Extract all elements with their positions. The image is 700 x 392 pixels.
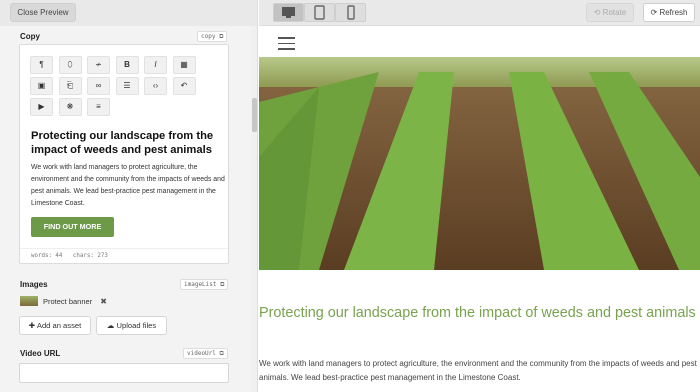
external-link-icon: ⧉ xyxy=(219,350,224,357)
images-label: Images xyxy=(20,280,48,289)
preview-body-text: We work with land managers to protect ag… xyxy=(259,359,697,382)
close-preview-button[interactable]: Close Preview xyxy=(10,3,76,22)
italic-icon[interactable]: I xyxy=(144,56,167,74)
remove-asset-icon[interactable]: ✖ xyxy=(100,297,107,306)
asset-item: Protect banner ✖ xyxy=(20,295,107,307)
copy-label: Copy xyxy=(20,32,40,41)
imagelist-tag-text: imageList xyxy=(184,281,217,288)
code-icon[interactable]: ‹› xyxy=(144,77,167,95)
tablet-view-button[interactable] xyxy=(304,3,335,22)
undo-icon[interactable]: ↶ xyxy=(172,77,196,95)
hamburger-menu-icon[interactable] xyxy=(278,37,295,50)
hero-image xyxy=(259,57,700,270)
word-count: words: 44 xyxy=(31,253,63,259)
video-url-label: Video URL xyxy=(20,349,61,358)
add-asset-label: Add an asset xyxy=(36,321,82,330)
editor-body-text[interactable]: We work with land managers to protect ag… xyxy=(31,162,226,210)
upload-files-label: Upload files xyxy=(116,321,157,330)
rotate-icon: ⟲ xyxy=(593,8,601,17)
list-icon[interactable]: ☰ xyxy=(115,77,139,95)
external-link-icon: ⧉ xyxy=(219,33,224,40)
strikethrough-icon[interactable]: ≁ xyxy=(87,56,110,74)
special-char-icon[interactable]: ❋ xyxy=(58,98,82,116)
site-preview: Protecting our landscape from the impact… xyxy=(259,27,700,392)
rotate-button[interactable]: ⟲ Rotate xyxy=(586,3,634,22)
video-url-input[interactable] xyxy=(19,363,229,383)
editor-heading[interactable]: Protecting our landscape from the impact… xyxy=(31,129,226,157)
embed-icon[interactable]: ⎗ xyxy=(58,77,82,95)
refresh-icon: ⟳ xyxy=(650,8,658,17)
scrollbar-thumb[interactable] xyxy=(252,98,257,132)
mobile-view-button[interactable] xyxy=(335,3,366,22)
editor-toolbar: Close Preview xyxy=(0,0,257,26)
asset-thumbnail xyxy=(20,296,38,306)
asset-name: Protect banner xyxy=(43,296,93,306)
tablet-icon xyxy=(314,5,325,20)
desktop-view-button[interactable] xyxy=(273,3,304,22)
link-icon[interactable]: ∞ xyxy=(87,77,110,95)
video-icon[interactable]: ▶ xyxy=(30,98,53,116)
upload-files-button[interactable]: ☁ Upload files xyxy=(96,316,167,335)
desktop-icon xyxy=(282,7,295,18)
word-char-counter: words: 44 chars: 273 xyxy=(20,248,228,264)
color-drop-icon[interactable]: ⬯ xyxy=(58,56,82,74)
preview-heading: Protecting our landscape from the impact… xyxy=(259,305,696,321)
table-icon[interactable]: ▦ xyxy=(172,56,196,74)
plus-icon: ✚ xyxy=(28,321,36,330)
refresh-label: Refresh xyxy=(659,8,688,17)
mobile-icon xyxy=(347,5,355,20)
editor-panel: Close Preview Copy copy ⧉ ¶ ⬯ ≁ B I ▦ ▣ ⎗ ∞ ☰ ‹› ↶ ▶… xyxy=(0,0,258,392)
imagelist-tag[interactable]: imageList ⧉ xyxy=(180,279,229,290)
cloud-upload-icon: ☁ xyxy=(106,321,115,330)
char-count: chars: 273 xyxy=(72,253,108,259)
videourl-tag[interactable]: videoUrl ⧉ xyxy=(183,348,228,359)
rotate-label: Rotate xyxy=(602,8,627,17)
find-out-more-button[interactable]: FIND OUT MORE xyxy=(31,217,114,237)
bold-icon[interactable]: B xyxy=(115,56,139,74)
align-icon[interactable]: ≡ xyxy=(87,98,110,116)
scrollbar-track[interactable] xyxy=(251,26,257,392)
refresh-button[interactable]: ⟳ Refresh xyxy=(643,3,695,22)
copy-tag[interactable]: copy ⧉ xyxy=(197,31,228,42)
paragraph-icon[interactable]: ¶ xyxy=(30,56,53,74)
copy-tag-text: copy xyxy=(201,33,216,40)
videourl-tag-text: videoUrl xyxy=(187,350,216,357)
image-icon[interactable]: ▣ xyxy=(30,77,53,95)
rich-text-editor[interactable]: ¶ ⬯ ≁ B I ▦ ▣ ⎗ ∞ ☰ ‹› ↶ ▶ ❋ ≡ Protecting our landscap… xyxy=(19,44,229,264)
external-link-icon: ⧉ xyxy=(220,281,225,288)
add-asset-button[interactable]: ✚ Add an asset xyxy=(19,316,91,335)
